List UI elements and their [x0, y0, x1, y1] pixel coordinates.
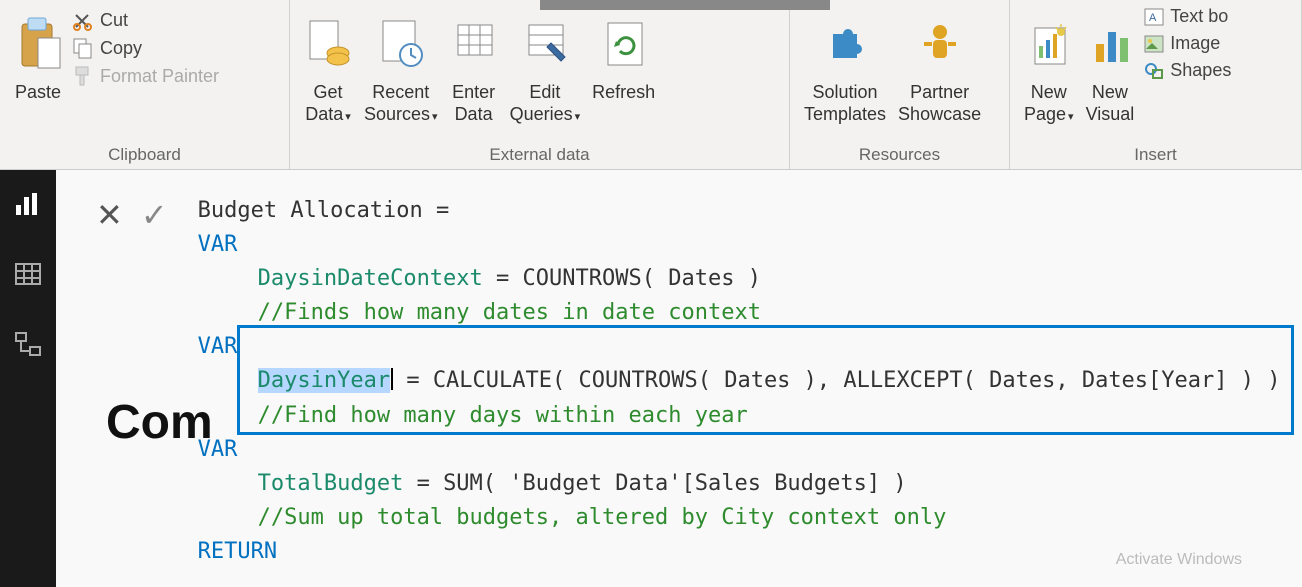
- nav-model-view[interactable]: [12, 328, 44, 360]
- formula-comment: //Finds how many dates in date context: [198, 296, 1292, 330]
- formula-bar-actions: ✕ ✓: [96, 190, 188, 234]
- partner-showcase-button[interactable]: Partner Showcase: [892, 4, 987, 125]
- formula-line: DaysinDateContext = COUNTROWS( Dates ): [198, 262, 1292, 296]
- refresh-button[interactable]: Refresh: [586, 4, 661, 104]
- nav-report-view[interactable]: [12, 188, 44, 220]
- new-visual-button[interactable]: New Visual: [1080, 4, 1141, 125]
- formula-line: Budget Allocation =: [198, 194, 1292, 228]
- formula-line: TotalBudget = SUM( 'Budget Data'[Sales B…: [198, 467, 1292, 501]
- ribbon-group-clipboard: Paste Cut Copy Format Painter Clipboard: [0, 0, 290, 169]
- new-visual-icon: [1086, 8, 1134, 80]
- format-painter-button[interactable]: Format Painter: [72, 65, 219, 87]
- formula-line: VAR: [198, 228, 1292, 262]
- enter-data-button[interactable]: Enter Data: [444, 4, 504, 125]
- text-box-icon: A: [1144, 8, 1164, 26]
- partner-showcase-label: Partner Showcase: [898, 82, 981, 125]
- enter-data-icon: [450, 8, 498, 80]
- windows-activation-watermark: Activate Windows: [1116, 551, 1242, 569]
- puzzle-icon: [821, 8, 869, 80]
- relationship-icon: [14, 331, 42, 357]
- formula-line: VAR: [198, 330, 1292, 364]
- formula-editor[interactable]: Budget Allocation = VAR DaysinDateContex…: [188, 190, 1302, 573]
- paste-icon: [14, 8, 62, 80]
- new-visual-label: New Visual: [1086, 82, 1135, 125]
- new-page-label: New Page▾: [1024, 82, 1074, 125]
- shapes-button[interactable]: Shapes: [1144, 60, 1231, 81]
- copy-icon: [72, 37, 94, 59]
- shapes-label: Shapes: [1170, 60, 1231, 81]
- text-cursor: [391, 368, 393, 390]
- chevron-down-icon: ▾: [575, 111, 581, 123]
- chevron-down-icon: ▾: [432, 111, 438, 123]
- clipboard-group-label: Clipboard: [8, 141, 281, 167]
- recent-sources-icon: [377, 8, 425, 80]
- enter-data-label: Enter Data: [452, 82, 495, 125]
- window-handle: [540, 0, 830, 10]
- ribbon-group-external-data: Get Data▾ Recent Sources▾ Enter Data Edi…: [290, 0, 790, 169]
- formula-comment: //Sum up total budgets, altered by City …: [198, 501, 1292, 535]
- nav-data-view[interactable]: [12, 258, 44, 290]
- recent-sources-button[interactable]: Recent Sources▾: [358, 4, 444, 125]
- edit-queries-button[interactable]: Edit Queries▾: [504, 4, 587, 125]
- get-data-label: Get Data▾: [305, 82, 351, 125]
- get-data-button[interactable]: Get Data▾: [298, 4, 358, 125]
- copy-label: Copy: [100, 38, 142, 59]
- formula-line: DaysinYear = CALCULATE( COUNTROWS( Dates…: [198, 364, 1292, 398]
- bar-chart-icon: [14, 191, 42, 217]
- new-page-button[interactable]: New Page▾: [1018, 4, 1080, 125]
- scissors-icon: [72, 11, 94, 31]
- ribbon-group-insert: New Page▾ New Visual A Text bo Image: [1010, 0, 1302, 169]
- ribbon-group-resources: Solution Templates Partner Showcase Reso…: [790, 0, 1010, 169]
- edit-queries-label: Edit Queries▾: [510, 82, 581, 125]
- cut-button[interactable]: Cut: [72, 10, 219, 31]
- report-title-text: Com: [106, 395, 213, 450]
- image-icon: [1144, 35, 1164, 53]
- recent-sources-label: Recent Sources▾: [364, 82, 438, 125]
- paste-label: Paste: [15, 82, 61, 104]
- get-data-icon: [304, 8, 352, 80]
- chevron-down-icon: ▾: [345, 111, 351, 123]
- person-icon: [916, 8, 964, 80]
- image-button[interactable]: Image: [1144, 33, 1231, 54]
- brush-icon: [72, 65, 94, 87]
- svg-text:A: A: [1149, 12, 1157, 24]
- text-box-button[interactable]: A Text bo: [1144, 6, 1231, 27]
- refresh-label: Refresh: [592, 82, 655, 104]
- image-label: Image: [1170, 33, 1220, 54]
- left-nav: [0, 170, 56, 587]
- format-painter-label: Format Painter: [100, 66, 219, 87]
- refresh-icon: [600, 8, 648, 80]
- resources-group-label: Resources: [798, 141, 1001, 167]
- formula-comment: //Find how many days within each year: [198, 399, 1292, 433]
- text-box-label: Text bo: [1170, 6, 1228, 27]
- solution-templates-label: Solution Templates: [804, 82, 886, 125]
- insert-group-label: Insert: [1018, 141, 1293, 167]
- commit-formula-button[interactable]: ✓: [141, 196, 168, 234]
- new-page-icon: [1025, 8, 1073, 80]
- paste-button[interactable]: Paste: [8, 4, 68, 104]
- external-data-group-label: External data: [298, 141, 781, 167]
- shapes-icon: [1144, 62, 1164, 80]
- ribbon: Paste Cut Copy Format Painter Clipboard: [0, 0, 1302, 170]
- formula-line: VAR: [198, 433, 1292, 467]
- chevron-down-icon: ▾: [1068, 111, 1074, 123]
- report-canvas: ✕ ✓ Budget Allocation = VAR DaysinDateCo…: [56, 170, 1302, 587]
- table-icon: [14, 262, 42, 286]
- cut-label: Cut: [100, 10, 128, 31]
- edit-queries-icon: [521, 8, 569, 80]
- copy-button[interactable]: Copy: [72, 37, 219, 59]
- cancel-formula-button[interactable]: ✕: [96, 196, 123, 234]
- solution-templates-button[interactable]: Solution Templates: [798, 4, 892, 125]
